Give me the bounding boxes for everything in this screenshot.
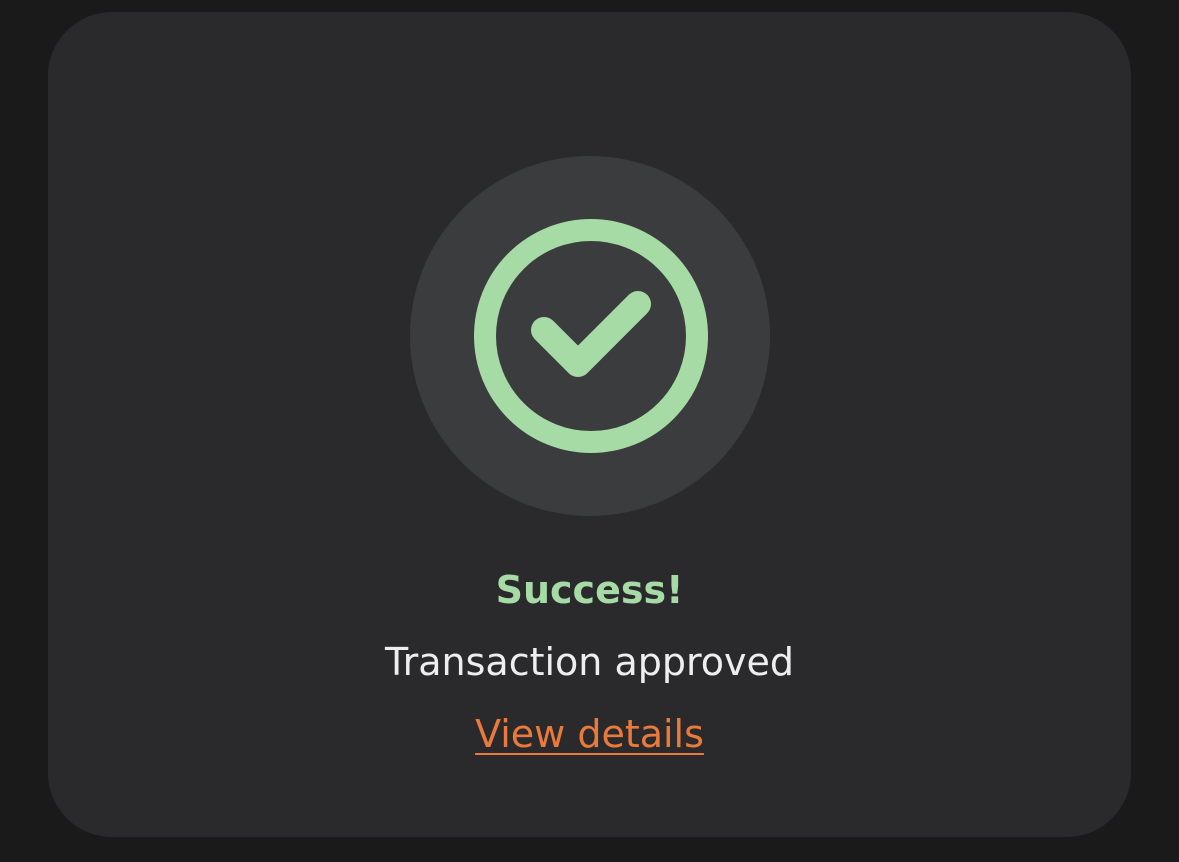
icon-halo (410, 156, 770, 516)
success-card: Success! Transaction approved View detai… (48, 12, 1131, 837)
check-circle-icon (474, 219, 708, 453)
view-details-container: View details (48, 708, 1131, 760)
status-message: Transaction approved (384, 640, 795, 684)
success-title: Success! (495, 568, 684, 612)
view-details-link[interactable]: View details (475, 712, 704, 756)
